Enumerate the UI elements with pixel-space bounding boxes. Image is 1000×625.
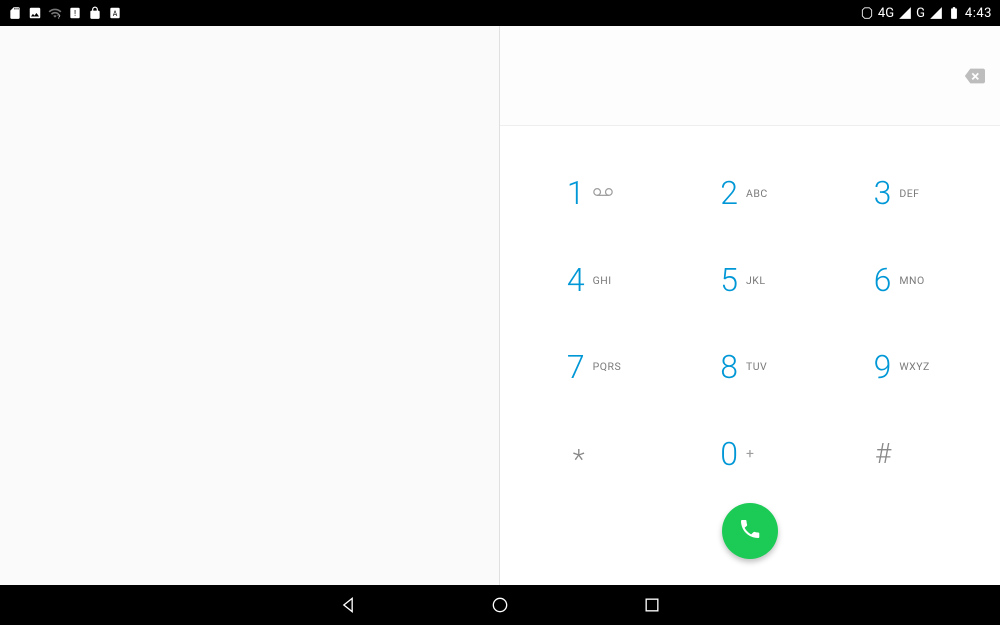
image-icon xyxy=(28,6,42,20)
nav-home-button[interactable] xyxy=(489,594,511,616)
key-0-letters: + xyxy=(746,446,784,462)
a-card-icon: A xyxy=(108,6,122,20)
key-8[interactable]: 8 TUV xyxy=(673,324,826,411)
signal-icon-1 xyxy=(898,6,912,20)
key-3-letters: DEF xyxy=(899,187,937,200)
status-bar: ? ! A 4G G 4:43 xyxy=(0,0,1000,26)
key-8-digit: 8 xyxy=(716,348,738,386)
key-4-digit: 4 xyxy=(563,261,585,299)
key-2-letters: ABC xyxy=(746,187,784,200)
key-star-digit: * xyxy=(563,443,585,476)
key-hash-digit: # xyxy=(869,437,891,470)
key-7-digit: 7 xyxy=(563,348,585,386)
key-2-digit: 2 xyxy=(716,174,738,212)
clock: 4:43 xyxy=(965,6,992,21)
key-4[interactable]: 4 GHI xyxy=(520,237,673,324)
svg-text:!: ! xyxy=(74,8,76,18)
signal-icon-2 xyxy=(929,6,943,20)
key-2[interactable]: 2 ABC xyxy=(673,150,826,237)
key-1[interactable]: 1 xyxy=(520,150,673,237)
svg-text:?: ? xyxy=(57,13,60,20)
call-row xyxy=(500,497,1000,585)
key-4-letters: GHI xyxy=(593,274,631,287)
status-left: ? ! A xyxy=(8,6,122,20)
sd-card-icon xyxy=(8,6,22,20)
key-7-letters: PQRS xyxy=(593,360,631,373)
svg-text:A: A xyxy=(113,10,118,18)
key-3-digit: 3 xyxy=(869,174,891,212)
key-6-letters: MNO xyxy=(899,274,937,287)
key-5-digit: 5 xyxy=(716,261,738,299)
sim-switch-icon xyxy=(860,6,874,20)
keypad: 1 2 ABC 3 DEF 4 GHI 5 JKL 6 xyxy=(500,126,1000,497)
network-label-2: G xyxy=(916,6,925,21)
contacts-pane xyxy=(0,26,500,585)
key-0-digit: 0 xyxy=(716,435,738,473)
backspace-button[interactable] xyxy=(962,65,986,87)
main-area: 1 2 ABC 3 DEF 4 GHI 5 JKL 6 xyxy=(0,26,1000,585)
network-label-1: 4G xyxy=(878,6,894,21)
key-9[interactable]: 9 WXYZ xyxy=(827,324,980,411)
key-9-letters: WXYZ xyxy=(899,360,937,373)
key-3[interactable]: 3 DEF xyxy=(827,150,980,237)
key-6[interactable]: 6 MNO xyxy=(827,237,980,324)
voicemail-icon xyxy=(593,187,631,200)
dial-input-row xyxy=(500,26,1000,126)
battery-icon xyxy=(947,6,961,20)
key-9-digit: 9 xyxy=(869,348,891,386)
key-6-digit: 6 xyxy=(869,261,891,299)
key-7[interactable]: 7 PQRS xyxy=(520,324,673,411)
nav-back-button[interactable] xyxy=(337,594,359,616)
android-nav-bar xyxy=(0,585,1000,625)
dialer-pane: 1 2 ABC 3 DEF 4 GHI 5 JKL 6 xyxy=(500,26,1000,585)
status-right: 4G G 4:43 xyxy=(860,6,992,21)
phone-icon xyxy=(738,517,762,545)
key-5[interactable]: 5 JKL xyxy=(673,237,826,324)
key-1-digit: 1 xyxy=(563,174,585,212)
key-hash[interactable]: # xyxy=(827,410,980,497)
alert-card-icon: ! xyxy=(68,6,82,20)
key-star[interactable]: * xyxy=(520,410,673,497)
nav-recent-button[interactable] xyxy=(641,594,663,616)
key-8-letters: TUV xyxy=(746,360,784,373)
key-0[interactable]: 0 + xyxy=(673,410,826,497)
wifi-question-icon: ? xyxy=(48,6,62,20)
key-5-letters: JKL xyxy=(746,274,784,287)
call-button[interactable] xyxy=(722,503,778,559)
lock-icon xyxy=(88,6,102,20)
